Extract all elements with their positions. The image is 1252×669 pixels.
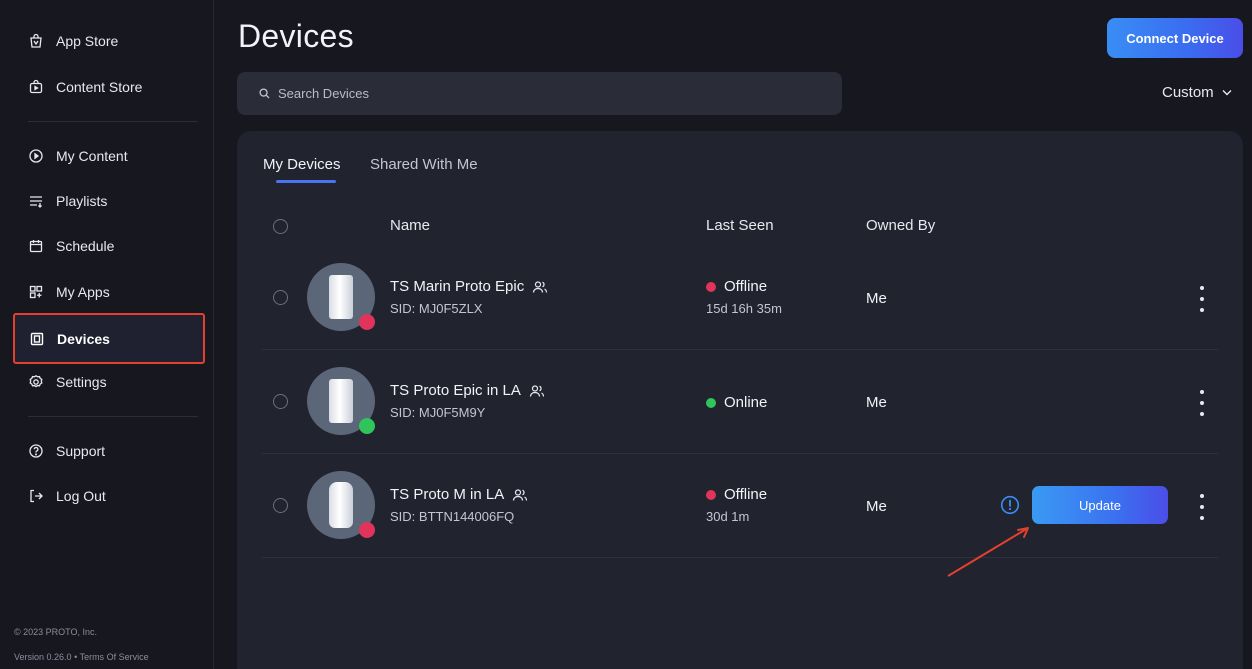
footer-separator: •: [74, 652, 78, 662]
copyright-text: © 2023 PROTO, Inc.: [14, 627, 97, 637]
device-name-text: TS Marin Proto Epic: [390, 278, 525, 295]
shared-users-icon: [532, 280, 548, 294]
connect-device-button[interactable]: Connect Device: [1107, 18, 1243, 58]
terms-link[interactable]: Terms Of Service: [80, 652, 149, 662]
sidebar-item-devices[interactable]: Devices: [13, 313, 205, 364]
offline-status-dot: [706, 489, 716, 500]
filter-selected-value: Custom: [1162, 84, 1214, 101]
device-status-text: Offline: [724, 486, 768, 503]
version-text: Version 0.26.0: [14, 652, 72, 662]
sidebar-item-label: Devices: [57, 330, 110, 347]
shared-users-icon: [529, 384, 545, 398]
sidebar-item-label: App Store: [56, 33, 119, 49]
sidebar-item-my-content[interactable]: My Content: [14, 134, 204, 178]
sidebar-item-label: My Apps: [56, 284, 110, 300]
sidebar-divider: [28, 416, 198, 417]
apps-grid-icon: [28, 284, 44, 300]
chevron-down-icon: [1222, 89, 1232, 96]
active-tab-indicator: [276, 180, 336, 183]
sidebar: App Store Content Store My Content Playl…: [0, 0, 214, 669]
owned-by: Me: [866, 498, 887, 515]
play-circle-icon: [28, 148, 44, 164]
device-status-text: Online: [724, 394, 768, 411]
online-status-dot: [706, 397, 716, 408]
column-header-owned-by[interactable]: Owned By: [866, 217, 935, 234]
logout-icon: [28, 488, 44, 504]
search-bar[interactable]: [237, 72, 842, 115]
offline-status-dot: [706, 281, 716, 292]
sidebar-item-label: Log Out: [56, 488, 106, 504]
sidebar-item-label: Support: [56, 443, 106, 459]
row-select-radio[interactable]: [273, 290, 288, 305]
device-icon: [29, 331, 45, 347]
device-sid: SID: MJ0F5ZLX: [390, 301, 483, 316]
version-footer: Version 0.26.0 • Terms Of Service: [14, 652, 149, 662]
row-select-radio[interactable]: [273, 498, 288, 513]
device-name-text: TS Proto Epic in LA: [390, 382, 521, 399]
alert-info-icon[interactable]: [1000, 495, 1020, 515]
device-image: [329, 482, 353, 528]
sidebar-item-content-store[interactable]: Content Store: [14, 65, 204, 109]
device-image: [329, 275, 353, 319]
more-options-icon[interactable]: [1197, 390, 1207, 416]
sidebar-item-schedule[interactable]: Schedule: [14, 224, 204, 268]
device-status: Offline: [706, 278, 767, 295]
sidebar-item-label: My Content: [56, 148, 128, 164]
device-status-text: Offline: [724, 278, 768, 295]
select-all-radio[interactable]: [273, 219, 288, 234]
sidebar-item-label: Settings: [56, 374, 107, 390]
device-status: Online: [706, 394, 767, 411]
device-status: Offline: [706, 486, 767, 503]
sidebar-item-settings[interactable]: Settings: [14, 360, 204, 404]
tab-shared-with-me[interactable]: Shared With Me: [370, 156, 478, 173]
status-indicator-dot: [359, 522, 375, 538]
column-header-name[interactable]: Name: [390, 217, 430, 234]
row-divider: [262, 453, 1218, 454]
sidebar-item-support[interactable]: Support: [14, 429, 204, 473]
update-button[interactable]: Update: [1032, 486, 1168, 524]
sidebar-item-label: Schedule: [56, 238, 115, 254]
device-image: [329, 379, 353, 423]
content-bag-icon: [28, 79, 44, 95]
last-seen-time: 15d 16h 35m: [706, 301, 782, 316]
row-divider: [262, 349, 1218, 350]
shopping-bag-icon: [28, 33, 44, 49]
device-name[interactable]: TS Proto M in LA: [390, 486, 528, 503]
row-divider: [262, 557, 1218, 558]
status-indicator-dot: [359, 418, 375, 434]
device-name[interactable]: TS Marin Proto Epic: [390, 278, 548, 295]
status-indicator-dot: [359, 314, 375, 330]
page-title: Devices: [238, 18, 354, 54]
row-select-radio[interactable]: [273, 394, 288, 409]
sidebar-item-app-store[interactable]: App Store: [14, 19, 204, 63]
device-name[interactable]: TS Proto Epic in LA: [390, 382, 545, 399]
sidebar-divider: [28, 121, 198, 122]
owned-by: Me: [866, 394, 887, 411]
more-options-icon[interactable]: [1197, 286, 1207, 312]
playlist-icon: [28, 193, 44, 209]
view-filter-dropdown[interactable]: Custom: [1162, 84, 1232, 101]
owned-by: Me: [866, 290, 887, 307]
sidebar-item-my-apps[interactable]: My Apps: [14, 270, 204, 314]
search-icon: [259, 88, 270, 99]
device-sid: SID: MJ0F5M9Y: [390, 405, 486, 420]
tab-my-devices[interactable]: My Devices: [263, 156, 341, 173]
column-header-last-seen[interactable]: Last Seen: [706, 217, 774, 234]
sidebar-item-log-out[interactable]: Log Out: [14, 474, 204, 518]
more-options-icon[interactable]: [1197, 494, 1207, 520]
search-input[interactable]: [278, 86, 818, 101]
sidebar-item-playlists[interactable]: Playlists: [14, 179, 204, 223]
gear-icon: [28, 374, 44, 390]
device-name-text: TS Proto M in LA: [390, 486, 505, 503]
sidebar-item-label: Content Store: [56, 79, 143, 95]
help-circle-icon: [28, 443, 44, 459]
device-sid: SID: BTTN144006FQ: [390, 509, 515, 524]
last-seen-time: 30d 1m: [706, 509, 750, 524]
sidebar-item-label: Playlists: [56, 193, 108, 209]
calendar-icon: [28, 238, 44, 254]
shared-users-icon: [512, 488, 528, 502]
